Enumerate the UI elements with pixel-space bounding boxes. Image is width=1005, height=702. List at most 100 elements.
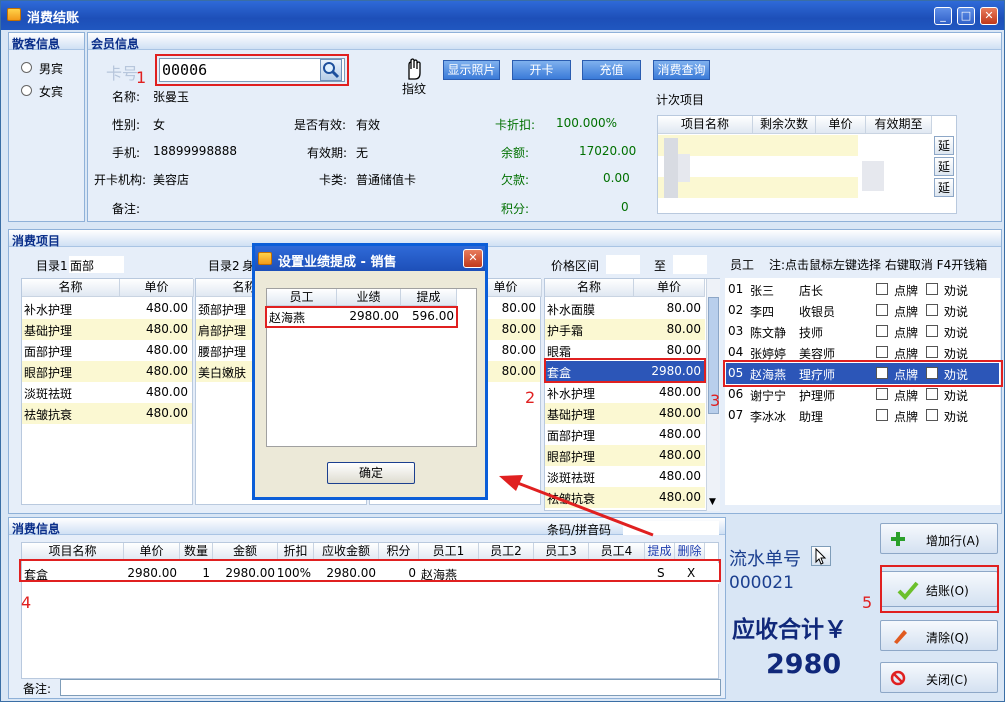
persuade-label: 劝说 [944, 389, 969, 403]
persuade-checkbox[interactable] [926, 283, 938, 295]
persuade-checkbox[interactable] [926, 304, 938, 316]
catalog1-select[interactable]: 面部 [69, 256, 124, 273]
cursor-icon[interactable] [811, 546, 831, 566]
item-price: 480.00 [659, 469, 701, 483]
badge-checkbox[interactable] [876, 388, 888, 400]
staff-row[interactable]: 06 谢宁宁 护理师 点牌 劝说 [726, 384, 999, 405]
persuade-checkbox[interactable] [926, 325, 938, 337]
male-radio[interactable] [21, 62, 32, 73]
items-group-title: 消费项目 [12, 234, 61, 248]
price-max-input[interactable] [673, 255, 707, 274]
recharge-button[interactable]: 充值 [582, 60, 641, 80]
item-name: 基础护理 [24, 324, 73, 338]
badge-checkbox[interactable] [876, 346, 888, 358]
expiry-label: 有效期: [307, 146, 348, 160]
commission-dialog: 设置业绩提成 - 销售 ✕ 员工 业绩 提成 赵海燕 2980.00 596.0… [252, 243, 488, 500]
extend-button-1[interactable]: 延 [934, 136, 954, 155]
member-group: 会员信息 卡号 00006 1 指纹 显示照片 开卡 充值 消费查询 名称: 张… [87, 32, 1002, 222]
price-min-input[interactable] [606, 255, 640, 274]
item-price: 480.00 [659, 427, 701, 441]
item-price: 480.00 [146, 406, 188, 420]
item-row[interactable]: 补水护理 480.00 [22, 298, 192, 319]
staff-id: 02 [728, 303, 744, 317]
add-row-button[interactable]: 增加行(A) [880, 523, 998, 554]
show-photo-button[interactable]: 显示照片 [443, 60, 500, 80]
consume-query-button[interactable]: 消费查询 [653, 60, 710, 80]
bottom-remark-label: 备注: [23, 682, 52, 696]
badge-checkbox[interactable] [876, 304, 888, 316]
persuade-checkbox[interactable] [926, 388, 938, 400]
badge-label: 点牌 [894, 326, 919, 340]
badge-label: 点牌 [894, 389, 919, 403]
gender-label: 性别: [112, 118, 141, 132]
member-card-type: 普通储值卡 [356, 173, 417, 187]
clear-button[interactable]: 清除(Q) [880, 620, 998, 651]
open-card-button[interactable]: 开卡 [512, 60, 571, 80]
dialog-close-button[interactable]: ✕ [463, 249, 483, 268]
persuade-checkbox[interactable] [926, 346, 938, 358]
bottom-remark-input[interactable] [60, 679, 721, 696]
item-row[interactable]: 补水面膜 80.00 [545, 298, 705, 319]
badge-checkbox[interactable] [876, 409, 888, 421]
count-col-name: 项目名称 [658, 116, 753, 134]
price-range-label: 价格区间 [551, 259, 600, 273]
item-name: 美白嫩肤 [198, 366, 247, 380]
item-price: 480.00 [659, 406, 701, 420]
male-label: 男宾 [39, 62, 64, 76]
close-button[interactable]: 关闭(C) [880, 662, 998, 693]
item-row[interactable]: 祛皱抗衰 480.00 [22, 403, 192, 424]
badge-checkbox[interactable] [876, 325, 888, 337]
balance-label: 余额: [501, 146, 530, 160]
item-name: 补水面膜 [547, 303, 596, 317]
item-row[interactable]: 面部护理 480.00 [22, 340, 192, 361]
badge-checkbox[interactable] [876, 283, 888, 295]
dialog-app-icon [258, 252, 272, 265]
persuade-label: 劝说 [944, 284, 969, 298]
guest-group: 散客信息 男宾 女宾 [8, 32, 85, 222]
item-row[interactable]: 基础护理 480.00 [22, 319, 192, 340]
extend-button-3[interactable]: 延 [934, 178, 954, 197]
dialog-ok-button[interactable]: 确定 [327, 462, 415, 484]
window-title: 消费结账 [27, 11, 80, 26]
staff-id: 01 [728, 282, 744, 296]
female-radio[interactable] [21, 85, 32, 96]
staff-name: 李四 [750, 305, 775, 319]
amount-due-label: 应收合计￥ [732, 617, 847, 643]
persuade-checkbox[interactable] [926, 409, 938, 421]
maximize-button[interactable]: □ [957, 7, 975, 25]
highlight-box-item [544, 358, 706, 383]
price-to-label: 至 [654, 259, 667, 273]
item-price: 480.00 [146, 322, 188, 336]
item-name: 补水护理 [547, 387, 596, 401]
item-row[interactable]: 眼部护理 480.00 [545, 445, 705, 466]
extend-button-2[interactable]: 延 [934, 157, 954, 176]
badge-label: 点牌 [894, 284, 919, 298]
item-price: 480.00 [146, 364, 188, 378]
badge-label: 点牌 [894, 305, 919, 319]
close-window-button[interactable]: ✕ [980, 7, 998, 25]
scroll-down-icon[interactable]: ▼ [709, 497, 716, 507]
item-row[interactable]: 眼部护理 480.00 [22, 361, 192, 382]
minimize-button[interactable]: _ [934, 7, 952, 25]
staff-id: 03 [728, 324, 744, 338]
staff-row[interactable]: 01 张三 店长 点牌 劝说 [726, 279, 999, 300]
item-row[interactable]: 补水护理 480.00 [545, 382, 705, 403]
staff-row[interactable]: 02 李四 收银员 点牌 劝说 [726, 300, 999, 321]
staff-row[interactable]: 07 李冰冰 助理 点牌 劝说 [726, 405, 999, 426]
item-price: 80.00 [501, 364, 536, 378]
fingerprint-icon[interactable] [403, 57, 425, 81]
staff-row[interactable]: 03 陈文静 技师 点牌 劝说 [726, 321, 999, 342]
item-row[interactable]: 基础护理 480.00 [545, 403, 705, 424]
checkout-window: 消费结账 _ □ ✕ 散客信息 男宾 女宾 会员信息 卡号 00006 1 指纹… [0, 0, 1005, 702]
card-no-label: 卡号 [106, 64, 139, 83]
item-name: 眼部护理 [24, 366, 73, 380]
item-name: 腰部护理 [198, 345, 247, 359]
item-name: 基础护理 [547, 408, 596, 422]
item-row[interactable]: 护手霜 80.00 [545, 319, 705, 340]
item-name: 淡斑祛斑 [24, 387, 73, 401]
item-name: 眼部护理 [547, 450, 596, 464]
item-row[interactable]: 面部护理 480.00 [545, 424, 705, 445]
persuade-label: 劝说 [944, 410, 969, 424]
item-row[interactable]: 淡斑祛斑 480.00 [22, 382, 192, 403]
item-price: 80.00 [501, 301, 536, 315]
